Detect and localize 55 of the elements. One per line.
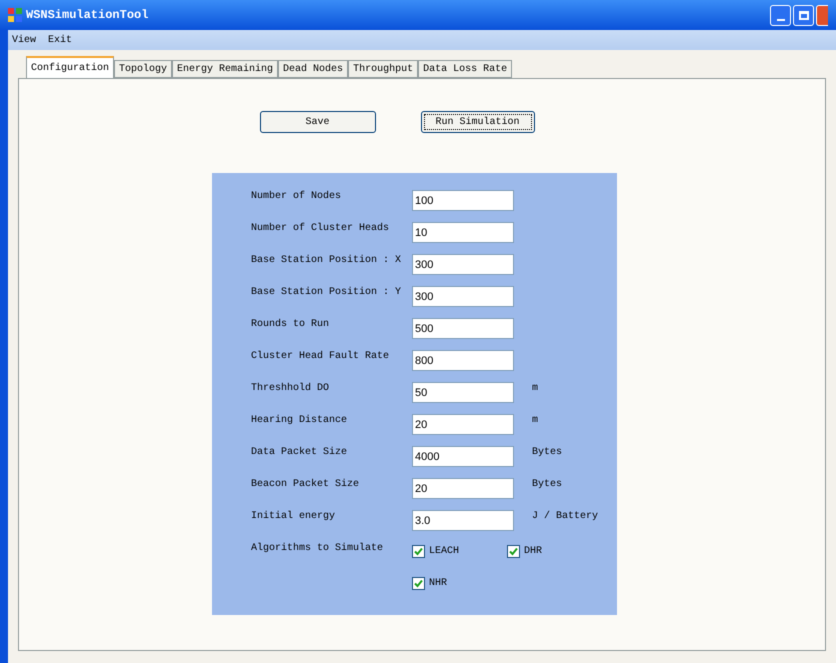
input-field[interactable]: 800: [412, 350, 514, 371]
tab[interactable]: Throughput: [348, 60, 418, 78]
field-label: Number of Cluster Heads: [251, 222, 390, 236]
app-icon: [8, 8, 22, 22]
algorithm-checkbox[interactable]: NHR: [412, 573, 507, 593]
field-label: Base Station Position : Y: [251, 286, 402, 300]
field-label: Base Station Position : X: [251, 254, 402, 268]
checkbox-label: DHR: [524, 544, 542, 558]
field-label: Algorithms to Simulate: [251, 542, 384, 556]
input-field[interactable]: 300: [412, 286, 514, 307]
tab[interactable]: Configuration: [26, 56, 114, 78]
algorithm-checkbox[interactable]: LEACH: [412, 541, 507, 561]
input-field[interactable]: 20: [412, 478, 514, 499]
tab[interactable]: Data Loss Rate: [418, 60, 512, 78]
action-button[interactable]: Run Simulation: [420, 111, 534, 133]
minimize-button[interactable]: [770, 4, 791, 26]
close-button[interactable]: [816, 4, 828, 26]
tab[interactable]: Topology: [114, 60, 172, 78]
field-label: Initial energy: [251, 510, 336, 524]
unit-label: J / Battery: [532, 510, 598, 524]
checkbox-label: NHR: [429, 576, 448, 590]
unit-label: Bytes: [532, 478, 562, 492]
check-icon: [414, 578, 423, 588]
input-field[interactable]: 300: [412, 254, 514, 275]
algorithm-checkbox[interactable]: DHR: [507, 541, 542, 561]
input-field[interactable]: 10: [412, 222, 514, 243]
checkbox[interactable]: [412, 544, 425, 558]
checkbox-label: LEACH: [429, 544, 460, 558]
field-label: Data Packet Size: [251, 446, 348, 460]
maximize-button[interactable]: [793, 4, 814, 26]
menu-item[interactable]: Exit: [48, 32, 72, 48]
tab[interactable]: Dead Nodes: [278, 60, 348, 78]
field-label: Beacon Packet Size: [251, 478, 360, 492]
unit-label: m: [532, 414, 538, 428]
checkbox[interactable]: [412, 576, 425, 590]
check-icon: [414, 546, 423, 556]
input-field[interactable]: 50: [412, 382, 514, 403]
field-label: Rounds to Run: [251, 318, 330, 332]
checkbox[interactable]: [507, 544, 520, 558]
input-field[interactable]: 100: [412, 190, 514, 211]
check-icon: [509, 546, 518, 556]
input-field[interactable]: 3.0: [412, 510, 514, 531]
tab[interactable]: Energy Remaining: [172, 60, 278, 78]
unit-label: Bytes: [532, 446, 562, 460]
input-field[interactable]: 4000: [412, 446, 514, 467]
input-field[interactable]: 500: [412, 318, 514, 339]
field-label: Hearing Distance: [251, 414, 348, 428]
field-label: Cluster Head Fault Rate: [251, 350, 390, 364]
field-label: Number of Nodes: [251, 190, 342, 204]
unit-label: m: [532, 382, 538, 396]
menu-item[interactable]: View: [12, 32, 36, 48]
field-label: Threshhold DO: [251, 382, 330, 396]
action-button[interactable]: Save: [260, 111, 376, 133]
input-field[interactable]: 20: [412, 414, 514, 435]
window-title: WSNSimulationTool: [26, 7, 148, 24]
